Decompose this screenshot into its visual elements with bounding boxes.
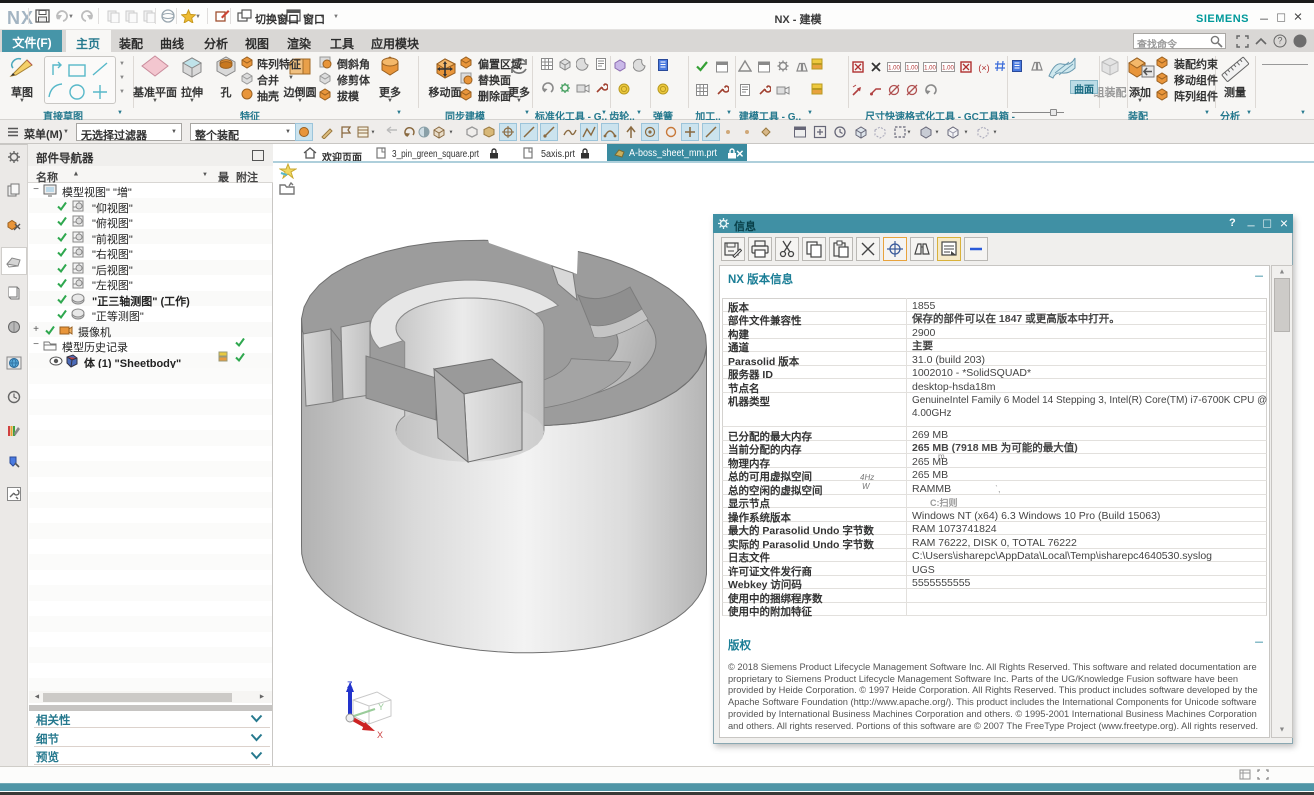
svg-text:Z: Z [347,680,353,690]
svg-text:1.00: 1.00 [888,66,900,72]
svg-text:1.00: 1.00 [924,66,936,72]
svg-text:1.00: 1.00 [942,66,954,72]
svg-text:(×): (×) [978,63,989,73]
svg-text:X: X [377,730,383,740]
svg-text:1.00: 1.00 [906,66,918,72]
svg-text:Y: Y [378,702,384,712]
